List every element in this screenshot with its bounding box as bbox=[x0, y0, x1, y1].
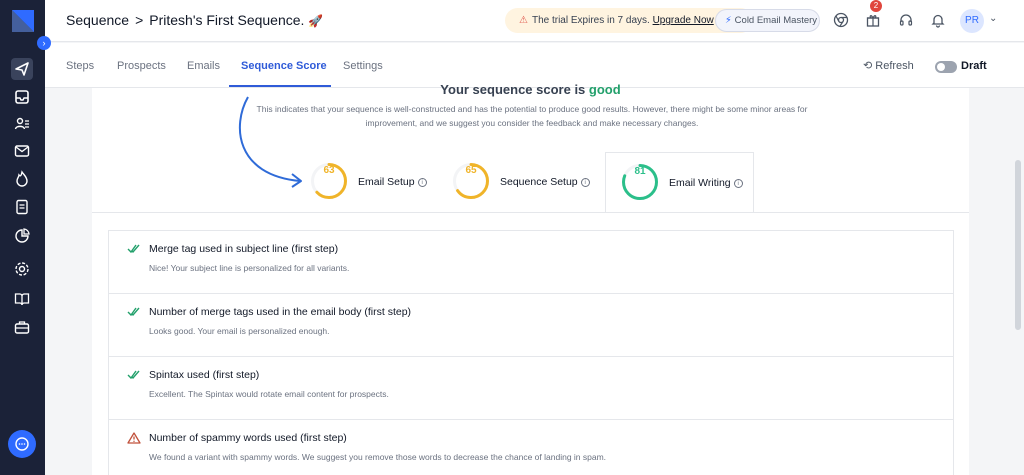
mail-check-icon[interactable] bbox=[11, 140, 33, 162]
check-description: Looks good. Your email is personalized e… bbox=[149, 326, 330, 336]
list-item: Merge tag used in subject line (first st… bbox=[109, 231, 953, 294]
check-description: Nice! Your subject line is personalized … bbox=[149, 263, 350, 273]
sidebar bbox=[0, 0, 45, 475]
pie-chart-icon[interactable] bbox=[11, 225, 33, 247]
double-check-icon bbox=[127, 370, 140, 380]
list-item: Spintax used (first step) Excellent. The… bbox=[109, 357, 953, 420]
warning-triangle-icon bbox=[127, 432, 141, 444]
double-check-icon bbox=[127, 244, 140, 254]
top-header: Sequence > Pritesh's First Sequence. 🚀 ⚠ Th… bbox=[45, 0, 1024, 42]
scrollbar[interactable] bbox=[1015, 160, 1021, 330]
score-label-email-setup: Email Setup i bbox=[358, 176, 427, 188]
score-verdict: good bbox=[588, 82, 621, 97]
gear-icon[interactable] bbox=[11, 258, 33, 280]
score-value-sequence-setup: 65 bbox=[465, 165, 477, 176]
avatar[interactable]: PR bbox=[960, 9, 984, 33]
fire-icon[interactable] bbox=[11, 168, 33, 190]
bell-icon[interactable] bbox=[930, 12, 948, 30]
list-item: Number of spammy words used (first step)… bbox=[109, 420, 953, 475]
info-icon[interactable]: i bbox=[733, 179, 743, 188]
breadcrumb-root[interactable]: Sequence bbox=[66, 12, 129, 28]
list-item: Number of merge tags used in the email b… bbox=[109, 294, 953, 357]
chevron-down-icon[interactable]: ⌄ bbox=[989, 13, 997, 24]
info-icon[interactable]: i bbox=[417, 178, 427, 187]
chevron-right-icon: › bbox=[42, 38, 46, 48]
check-title: Number of spammy words used (first step) bbox=[149, 432, 347, 444]
sequence-name: Pritesh's First Sequence. bbox=[149, 12, 305, 28]
bolt-icon: ⚡ bbox=[725, 15, 732, 26]
score-label-email-writing: Email Writing i bbox=[669, 177, 743, 189]
trial-text: The trial Expires in 7 days. bbox=[531, 15, 650, 26]
score-value-email-setup: 63 bbox=[323, 165, 335, 176]
score-checklist: Merge tag used in subject line (first st… bbox=[108, 230, 954, 475]
chrome-icon[interactable] bbox=[833, 12, 851, 30]
score-description: This indicates that your sequence is wel… bbox=[256, 104, 808, 128]
prospects-icon[interactable] bbox=[11, 113, 33, 135]
tab-emails[interactable]: Emails bbox=[187, 60, 220, 72]
rocket-icon: 🚀 bbox=[308, 14, 324, 28]
info-icon[interactable]: i bbox=[580, 178, 590, 187]
warning-icon: ⚠ bbox=[519, 15, 528, 26]
gift-icon[interactable] bbox=[865, 12, 883, 30]
score-tab-email-writing[interactable]: 81 Email Writing i bbox=[605, 152, 754, 212]
inbox-icon[interactable] bbox=[11, 86, 33, 108]
check-title: Spintax used (first step) bbox=[149, 369, 260, 381]
workspace-selector[interactable]: ⚡ Cold Email Mastery bbox=[715, 9, 820, 32]
tab-settings[interactable]: Settings bbox=[343, 60, 383, 72]
chat-bubble-icon bbox=[15, 437, 29, 451]
score-label-sequence-setup: Sequence Setup i bbox=[500, 176, 590, 188]
check-description: Excellent. The Spintax would rotate emai… bbox=[149, 389, 389, 399]
workspace-name: Cold Email Mastery bbox=[734, 15, 818, 26]
draft-label: Draft bbox=[961, 60, 987, 72]
chat-support-button[interactable] bbox=[8, 430, 36, 458]
check-description: We found a variant with spammy words. We… bbox=[149, 452, 607, 462]
notification-badge: 2 bbox=[870, 0, 882, 12]
double-check-icon bbox=[127, 307, 140, 317]
send-icon[interactable] bbox=[11, 58, 33, 80]
briefcase-icon[interactable] bbox=[11, 316, 33, 338]
upgrade-now-link[interactable]: Upgrade Now bbox=[653, 15, 714, 26]
draft-toggle[interactable] bbox=[935, 61, 957, 73]
score-tab-email-setup[interactable]: 63 Email Setup i bbox=[300, 152, 427, 212]
check-title: Number of merge tags used in the email b… bbox=[149, 306, 412, 318]
score-heading: Your sequence score is good bbox=[92, 82, 969, 97]
refresh-button[interactable]: ⟲ Refresh bbox=[863, 59, 914, 72]
document-icon[interactable] bbox=[11, 196, 33, 218]
sidebar-collapse-button[interactable]: › bbox=[37, 36, 51, 50]
tab-sequence-score[interactable]: Sequence Score bbox=[241, 60, 327, 72]
check-title: Merge tag used in subject line (first st… bbox=[149, 243, 339, 255]
refresh-icon: ⟲ bbox=[863, 60, 873, 72]
annotation-arrow-icon bbox=[238, 96, 302, 188]
sequence-score-panel: Your sequence score is good This indicat… bbox=[92, 82, 969, 475]
headset-icon[interactable] bbox=[898, 12, 916, 30]
tab-steps[interactable]: Steps bbox=[66, 60, 94, 72]
score-heading-prefix: Your sequence score is bbox=[440, 82, 586, 97]
app-logo-icon[interactable] bbox=[10, 8, 36, 34]
refresh-label: Refresh bbox=[875, 60, 914, 72]
score-tab-sequence-setup[interactable]: 65 Sequence Setup i bbox=[442, 152, 592, 212]
divider bbox=[92, 212, 969, 213]
score-value-email-writing: 81 bbox=[634, 166, 646, 177]
tab-prospects[interactable]: Prospects bbox=[117, 60, 166, 72]
breadcrumb-separator: > bbox=[135, 12, 144, 28]
breadcrumb: Sequence > Pritesh's First Sequence. 🚀 bbox=[66, 12, 323, 28]
book-icon[interactable] bbox=[11, 288, 33, 310]
